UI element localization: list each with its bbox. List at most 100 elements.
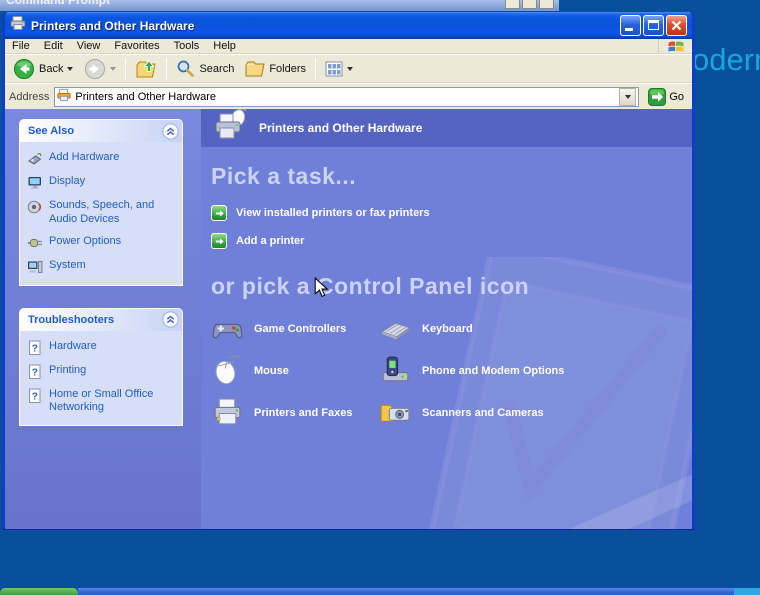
background-maximize-button[interactable] [522, 0, 537, 9]
see-also-title: See Also [28, 125, 74, 137]
cp-item-scanners-cameras[interactable]: Scanners and Cameras [379, 396, 679, 429]
sidebar-item-label: Power Options [49, 235, 121, 249]
pick-task-heading: Pick a task... [211, 163, 692, 190]
sidebar-item-sounds[interactable]: Sounds, Speech, and Audio Devices [27, 199, 178, 227]
folders-icon [245, 60, 265, 78]
background-close-button[interactable] [539, 0, 554, 9]
sidebar-item-networking-troubleshooter[interactable]: ? Home or Small Office Networking [27, 388, 178, 416]
back-icon [13, 58, 35, 80]
sidebar-item-label: Hardware [49, 340, 97, 354]
address-dropdown-button[interactable] [619, 88, 636, 106]
sidebar-item-label: Home or Small Office Networking [49, 388, 178, 416]
forward-button[interactable] [80, 57, 120, 81]
sidebar-item-hardware-troubleshooter[interactable]: ? Hardware [27, 340, 178, 356]
task-view-printers[interactable]: View installed printers or fax printers [211, 205, 430, 221]
display-icon [27, 175, 43, 191]
task-label: View installed printers or fax printers [236, 207, 430, 219]
menu-help[interactable]: Help [206, 40, 243, 52]
troubleshooters-body: ? Hardware ? Printing [20, 331, 182, 427]
mouse-icon [211, 354, 244, 387]
maximize-button[interactable] [643, 15, 664, 36]
menu-view[interactable]: View [70, 40, 108, 52]
cp-item-label: Printers and Faxes [254, 407, 352, 419]
address-bar: Address Printers and Other Hardware [5, 83, 692, 109]
svg-text:?: ? [32, 367, 38, 378]
window-printer-icon [10, 15, 26, 36]
client-area: See Also [5, 109, 692, 529]
toolbar: Back [5, 54, 692, 83]
folders-label: Folders [269, 63, 306, 75]
go-icon [648, 88, 666, 106]
views-icon [325, 60, 343, 78]
see-also-header[interactable]: See Also [20, 120, 182, 142]
background-window-title: Command Prompt [6, 0, 110, 7]
content-header-band: Printers and Other Hardware [201, 109, 692, 147]
up-button[interactable] [131, 57, 161, 81]
sidebar-item-display[interactable]: Display [27, 175, 178, 191]
troubleshooters-header[interactable]: Troubleshooters [20, 309, 182, 331]
titlebar[interactable]: Printers and Other Hardware [5, 12, 692, 39]
chevron-up-icon[interactable] [162, 311, 179, 328]
sidebar-item-label: Printing [49, 364, 86, 378]
system-icon [27, 259, 43, 275]
sidebar-item-system[interactable]: System [27, 259, 178, 275]
sidebar-item-add-hardware[interactable]: Add Hardware [27, 151, 178, 167]
minimize-icon [625, 28, 633, 31]
help-document-icon: ? [27, 340, 43, 356]
add-hardware-icon [27, 151, 43, 167]
close-button[interactable] [666, 15, 687, 36]
toolbar-separator [125, 58, 126, 80]
cp-item-mouse[interactable]: Mouse [211, 354, 379, 387]
cp-item-label: Scanners and Cameras [422, 407, 544, 419]
taskbar-strip[interactable] [78, 588, 734, 595]
sidebar-item-printing-troubleshooter[interactable]: ? Printing [27, 364, 178, 380]
go-button[interactable]: Go [644, 86, 688, 108]
task-add-printer[interactable]: Add a printer [211, 233, 304, 249]
toolbar-separator [315, 58, 316, 80]
folders-button[interactable]: Folders [241, 59, 310, 79]
minimize-button[interactable] [620, 15, 641, 36]
background-window-titlebar[interactable]: Command Prompt [0, 0, 559, 11]
cp-item-label: Keyboard [422, 323, 473, 335]
menu-edit[interactable]: Edit [37, 40, 70, 52]
troubleshooters-title: Troubleshooters [28, 314, 114, 326]
sidebar: See Also [5, 109, 201, 529]
sidebar-item-power-options[interactable]: Power Options [27, 235, 178, 251]
green-arrow-icon [211, 233, 227, 249]
cp-item-label: Phone and Modem Options [422, 365, 564, 377]
background-minimize-button[interactable] [505, 0, 520, 9]
game-controllers-icon [211, 312, 244, 345]
forward-icon [84, 58, 106, 80]
close-icon [667, 16, 686, 35]
address-label: Address [9, 91, 49, 103]
address-input[interactable]: Printers and Other Hardware [54, 87, 639, 107]
green-arrow-icon [211, 205, 227, 221]
cp-item-phone-modem[interactable]: Phone and Modem Options [379, 354, 679, 387]
start-button[interactable] [0, 588, 78, 595]
views-button[interactable] [321, 59, 357, 79]
task-label: Add a printer [236, 235, 304, 247]
cp-item-printers-faxes[interactable]: Printers and Faxes [211, 396, 379, 429]
chevron-up-icon[interactable] [162, 123, 179, 140]
wallpaper-text: odern [692, 42, 760, 78]
back-button[interactable]: Back [9, 57, 77, 81]
chevron-down-icon [625, 95, 631, 99]
help-document-icon: ? [27, 364, 43, 380]
sidebar-item-label: Sounds, Speech, and Audio Devices [49, 199, 178, 227]
cp-item-keyboard[interactable]: Keyboard [379, 312, 679, 345]
menu-favorites[interactable]: Favorites [107, 40, 166, 52]
menu-bar: File Edit View Favorites Tools Help [5, 39, 692, 54]
cp-item-label: Game Controllers [254, 323, 346, 335]
back-label: Back [39, 63, 63, 75]
system-tray[interactable] [734, 588, 760, 595]
cp-item-game-controllers[interactable]: Game Controllers [211, 312, 379, 345]
taskbar [0, 588, 760, 595]
menu-file[interactable]: File [5, 40, 37, 52]
menu-tools[interactable]: Tools [167, 40, 207, 52]
cp-item-label: Mouse [254, 365, 289, 377]
maximize-icon [648, 20, 659, 30]
svg-text:?: ? [32, 391, 38, 402]
see-also-panel: See Also [19, 119, 183, 286]
search-button[interactable]: Search [172, 58, 238, 79]
main-content: Printers and Other Hardware [201, 109, 692, 529]
